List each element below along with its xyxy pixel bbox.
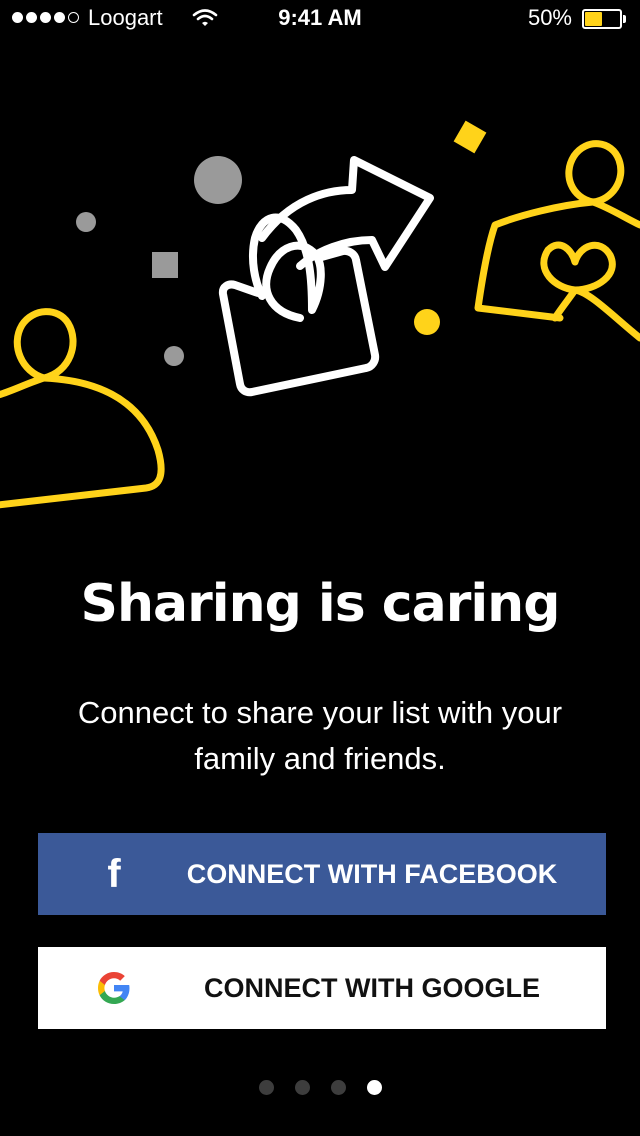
left-person-icon bbox=[0, 308, 165, 509]
battery-icon bbox=[582, 9, 626, 29]
battery-percent: 50% bbox=[527, 5, 572, 30]
gray-square bbox=[152, 252, 178, 278]
gray-circle-small bbox=[76, 212, 96, 232]
page-dot[interactable] bbox=[258, 1080, 274, 1095]
yellow-dot bbox=[414, 309, 440, 335]
page-indicator[interactable] bbox=[0, 1080, 640, 1095]
yellow-diamond bbox=[453, 120, 487, 154]
page-subtitle: Connect to share your list with your fam… bbox=[77, 695, 563, 776]
connect-google-label: CONNECT WITH GOOGLE bbox=[204, 972, 540, 1003]
gray-circle-mid bbox=[164, 346, 184, 366]
facebook-f-icon: f bbox=[107, 852, 121, 896]
page-dot[interactable] bbox=[330, 1080, 346, 1095]
page-dot[interactable] bbox=[366, 1080, 382, 1095]
share-arrow-icon bbox=[218, 156, 434, 397]
status-bar: Loogart 9:41 AM 50% bbox=[0, 0, 640, 40]
page-title: Sharing is caring bbox=[80, 574, 561, 634]
right-person-heart-icon bbox=[474, 140, 640, 342]
google-g-icon bbox=[94, 947, 134, 1029]
sharing-illustration bbox=[0, 120, 640, 509]
connect-facebook-label: CONNECT WITH FACEBOOK bbox=[186, 858, 558, 889]
connect-facebook-button[interactable]: f CONNECT WITH FACEBOOK bbox=[38, 833, 606, 915]
page-dot[interactable] bbox=[294, 1080, 310, 1095]
gray-circle-large bbox=[194, 156, 242, 204]
connect-google-button[interactable]: CONNECT WITH GOOGLE bbox=[38, 947, 606, 1029]
